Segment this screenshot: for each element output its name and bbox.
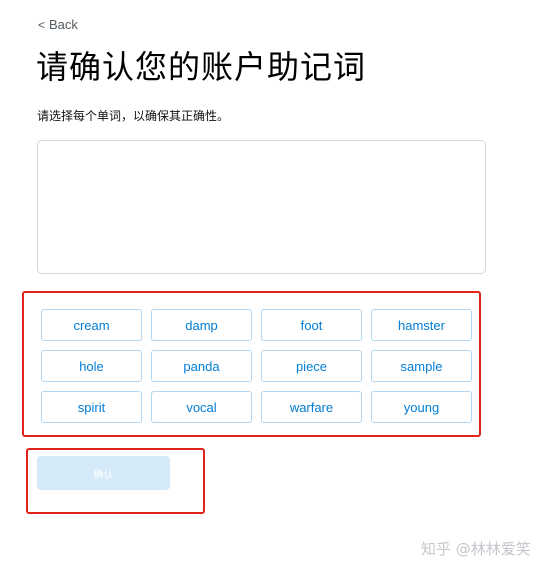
word-button[interactable]: hamster — [371, 309, 472, 341]
watermark-text: 知乎 @林林爱笑 — [421, 540, 531, 558]
word-button[interactable]: foot — [261, 309, 362, 341]
back-link[interactable]: < Back — [38, 17, 78, 32]
word-button[interactable]: piece — [261, 350, 362, 382]
back-label: Back — [49, 17, 78, 32]
chevron-left-icon: < — [38, 17, 46, 32]
word-button[interactable]: vocal — [151, 391, 252, 423]
word-button[interactable]: cream — [41, 309, 142, 341]
word-button[interactable]: hole — [41, 350, 142, 382]
word-button[interactable]: spirit — [41, 391, 142, 423]
selected-words-area[interactable] — [37, 140, 486, 274]
word-button[interactable]: young — [371, 391, 472, 423]
confirm-button[interactable]: 确认 — [37, 456, 170, 490]
instruction-text: 请选择每个单词，以确保其正确性。 — [37, 109, 230, 123]
word-options-grid: cream damp foot hamster hole panda piece… — [41, 309, 472, 423]
word-button[interactable]: warfare — [261, 391, 362, 423]
word-button[interactable]: panda — [151, 350, 252, 382]
word-button[interactable]: damp — [151, 309, 252, 341]
page-title: 请确认您的账户助记词 — [36, 48, 367, 86]
word-button[interactable]: sample — [371, 350, 472, 382]
